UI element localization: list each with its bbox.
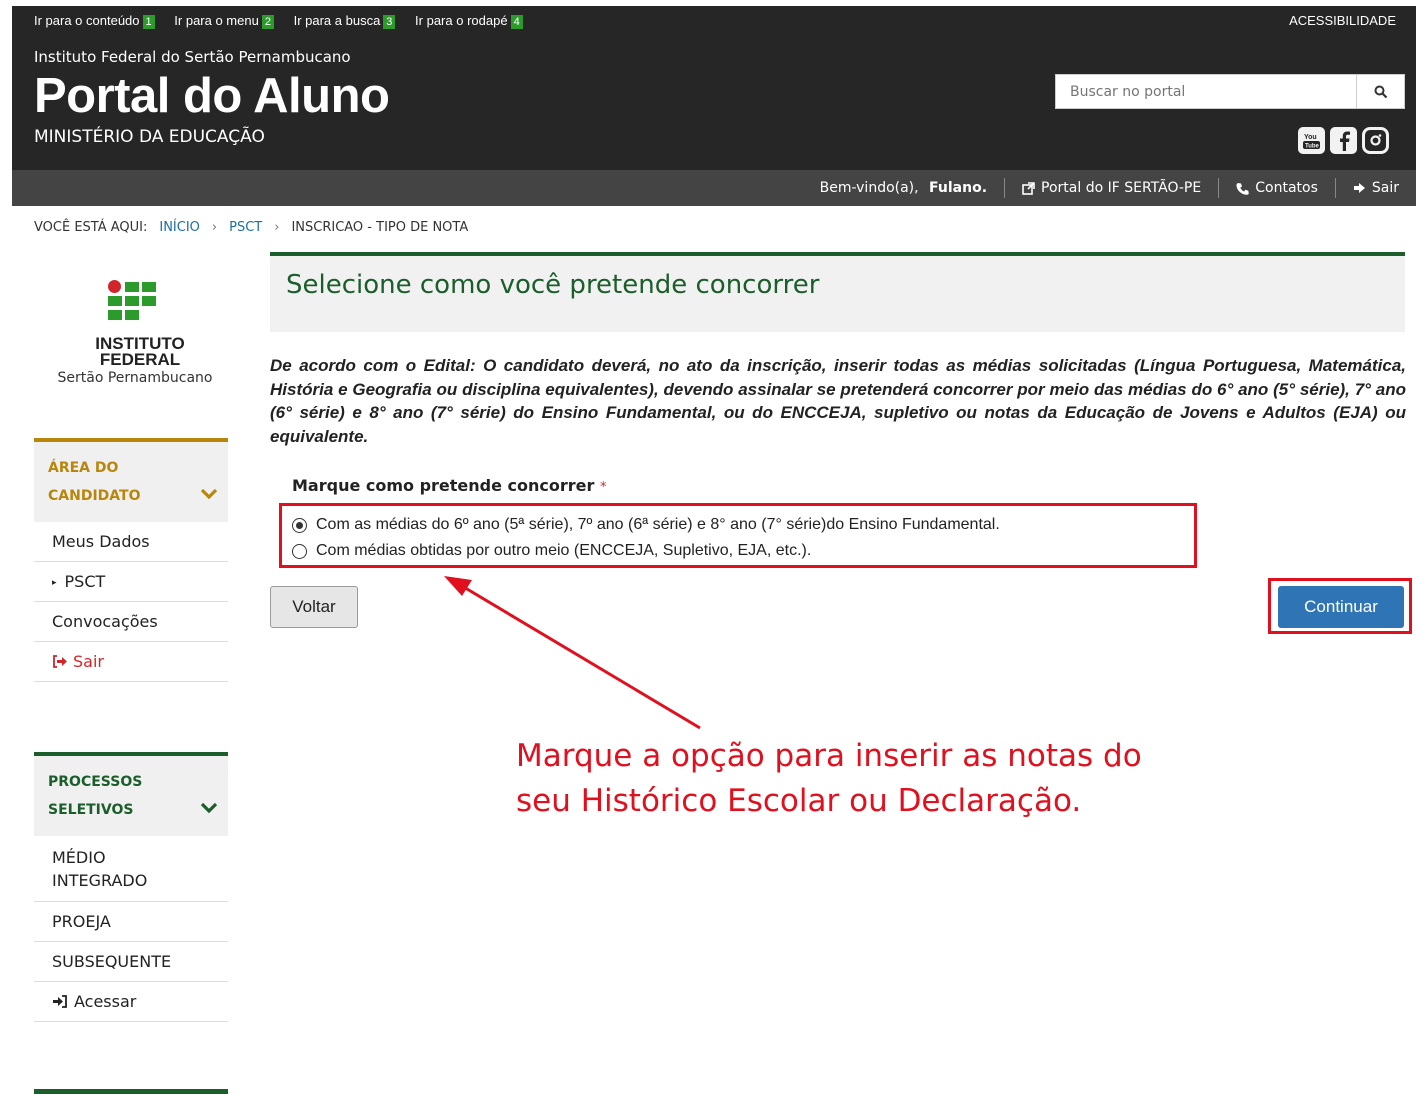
- skip-link-content[interactable]: Ir para o conteúdo 1: [34, 13, 155, 29]
- skip-link-menu[interactable]: Ir para o menu 2: [174, 13, 274, 29]
- option-ensino-fundamental[interactable]: Com as médias do 6º ano (5ª série), 7º a…: [292, 512, 1194, 538]
- chevron-down-icon: [200, 802, 218, 814]
- sidebar-item-psct[interactable]: ▸ PSCT: [34, 562, 228, 602]
- back-button[interactable]: Voltar: [270, 586, 358, 628]
- breadcrumb-home[interactable]: INÍCIO: [159, 220, 200, 235]
- edital-notice: De acordo com o Edital: O candidato deve…: [270, 356, 1406, 446]
- facebook-icon[interactable]: [1330, 127, 1357, 154]
- search-input[interactable]: [1056, 75, 1358, 108]
- search-button[interactable]: [1356, 75, 1404, 108]
- portal-if-link[interactable]: Portal do IF SERTÃO-PE: [1004, 178, 1218, 198]
- sidebar-item-convocacoes[interactable]: Convocações: [34, 602, 228, 642]
- option-outro-meio[interactable]: Com médias obtidas por outro meio (ENCCE…: [292, 538, 1194, 564]
- user-name: Fulano.: [929, 180, 988, 196]
- search-icon: [1374, 85, 1387, 98]
- access-key-badge: 3: [383, 15, 396, 29]
- logo-mark: [108, 280, 156, 328]
- access-key-badge: 4: [510, 15, 523, 29]
- contacts-label: Contatos: [1255, 180, 1318, 196]
- option-label: Com as médias do 6º ano (5ª série), 7º a…: [316, 516, 1000, 533]
- sidebar-item-subsequente[interactable]: SUBSEQUENTE: [34, 942, 228, 982]
- phone-icon: [1236, 182, 1250, 195]
- skip-link-search[interactable]: Ir para a busca 3: [293, 13, 396, 29]
- annotation-text: Marque a opção para inserir as notas do …: [516, 734, 1142, 824]
- site-header: Ir para o conteúdo 1 Ir para o menu 2 Ir p…: [12, 6, 1416, 206]
- candidate-area-header[interactable]: ÁREA DO CANDIDATO: [34, 442, 228, 522]
- sidebar-item-label: Acessar: [74, 992, 137, 1011]
- candidate-area-title: CANDIDATO: [48, 488, 141, 504]
- skip-link-label: Ir para o rodapé: [415, 13, 508, 28]
- sidebar-item-label: PSCT: [64, 572, 106, 591]
- sidebar-item-label: MÉDIO INTEGRADO: [52, 848, 148, 890]
- breadcrumb-separator: ›: [211, 220, 218, 235]
- annotation-line: Marque a opção para inserir as notas do: [516, 738, 1142, 774]
- logout-icon: [53, 655, 67, 668]
- candidate-area-menu: ÁREA DO CANDIDATO Meus Dados ▸ PSCT Convo…: [34, 438, 228, 682]
- radio-unchecked[interactable]: [292, 543, 307, 559]
- external-link-icon: [1022, 181, 1035, 195]
- login-icon: [53, 995, 67, 1008]
- instagram-icon[interactable]: [1362, 127, 1389, 154]
- user-bar: Bem-vindo(a), Fulano. Portal do IF SERTÃ…: [12, 170, 1416, 206]
- continue-button[interactable]: Continuar: [1278, 586, 1404, 628]
- logout-label: Sair: [1371, 180, 1399, 196]
- field-label: Marque como pretende concorrer *: [292, 476, 607, 495]
- institution-name: Instituto Federal do Sertão Pernambucano: [34, 48, 351, 66]
- radio-checked[interactable]: [292, 517, 307, 533]
- logout-link[interactable]: Sair: [1334, 178, 1416, 198]
- skip-link-label: Ir para o menu: [174, 13, 259, 28]
- logo-text-federal: FEDERAL: [99, 350, 181, 369]
- processes-menu: PROCESSOS SELETIVOS MÉDIO INTEGRADO PROE…: [34, 752, 228, 1022]
- sidebar-item-acessar[interactable]: Acessar: [34, 982, 228, 1022]
- field-label-text: Marque como pretende concorrer: [292, 476, 595, 495]
- ministry-name: MINISTÉRIO DA EDUCAÇÃO: [34, 127, 265, 147]
- logo-text-campus: Sertão Pernambucano: [57, 370, 213, 386]
- portal-title[interactable]: Portal do Aluno: [34, 68, 390, 124]
- svg-text:Tube: Tube: [1305, 144, 1320, 150]
- breadcrumb-current: INSCRICAO - TIPO DE NOTA: [291, 220, 469, 235]
- option-label: Com médias obtidas por outro meio (ENCCE…: [316, 542, 812, 559]
- skip-link-label: Ir para a busca: [293, 13, 381, 28]
- sidebar-item-sair[interactable]: Sair: [34, 642, 228, 682]
- contacts-link[interactable]: Contatos: [1218, 178, 1335, 198]
- access-key-badge: 1: [142, 15, 155, 29]
- accessibility-link[interactable]: ACESSIBILIDADE: [1289, 13, 1396, 28]
- breadcrumb-separator: ›: [274, 220, 280, 235]
- portal-link-label: Portal do IF SERTÃO-PE: [1041, 180, 1202, 196]
- logout-icon: [1353, 183, 1365, 193]
- annotation-line: seu Histórico Escolar ou Declaração.: [516, 783, 1082, 819]
- sidebar-item-proeja[interactable]: PROEJA: [34, 902, 228, 942]
- chevron-down-icon: [200, 488, 218, 500]
- search-box: [1055, 74, 1405, 109]
- breadcrumb-prefix: VOCÊ ESTÁ AQUI:: [34, 220, 148, 235]
- skip-link-footer[interactable]: Ir para o rodapé 4: [415, 13, 523, 29]
- required-mark: *: [600, 480, 607, 495]
- svg-text:You: You: [1304, 134, 1317, 141]
- sidebar-next-section: [34, 1089, 228, 1094]
- youtube-icon[interactable]: You Tube: [1298, 127, 1325, 154]
- breadcrumb: VOCÊ ESTÁ AQUI: INÍCIO › PSCT › INSCRICA…: [34, 220, 468, 235]
- bullet-icon: ▸: [52, 578, 57, 588]
- sidebar-item-meus-dados[interactable]: Meus Dados: [34, 522, 228, 562]
- welcome-message: Bem-vindo(a), Fulano.: [803, 178, 1004, 198]
- processes-header[interactable]: PROCESSOS SELETIVOS: [34, 756, 228, 836]
- page-title: Selecione como você pretende concorrer: [286, 270, 820, 300]
- processes-title: PROCESSOS: [48, 774, 143, 790]
- skip-links: Ir para o conteúdo 1 Ir para o menu 2 Ir p…: [34, 13, 539, 29]
- candidate-area-title: ÁREA DO: [48, 460, 119, 476]
- page-title-box: Selecione como você pretende concorrer: [270, 252, 1405, 332]
- social-links: You Tube: [1298, 127, 1389, 154]
- sidebar-item-label: Sair: [73, 652, 104, 671]
- processes-title: SELETIVOS: [48, 802, 134, 818]
- institute-logo[interactable]: INSTITUTO FEDERAL Sertão Pernambucano: [50, 280, 220, 386]
- breadcrumb-psct[interactable]: PSCT: [229, 220, 262, 235]
- access-key-badge: 2: [261, 15, 274, 29]
- welcome-prefix: Bem-vindo(a),: [819, 180, 924, 196]
- skip-link-label: Ir para o conteúdo: [34, 13, 140, 28]
- sidebar-item-medio-integrado[interactable]: MÉDIO INTEGRADO: [34, 836, 228, 902]
- concorrer-radio-group: Com as médias do 6º ano (5ª série), 7º a…: [279, 503, 1197, 568]
